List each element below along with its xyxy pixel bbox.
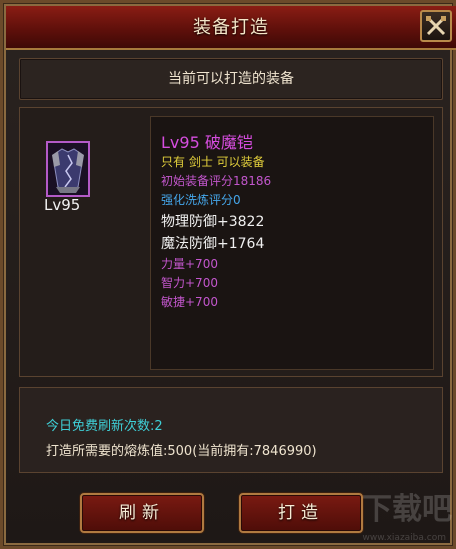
physical-defense: 物理防御+3822 xyxy=(161,214,265,230)
header-text: 当前可以打造的装备 xyxy=(168,71,294,87)
forge-cost: 打造所需要的熔炼值:500(当前拥有:7846990) xyxy=(46,444,317,459)
watermark-text: 下载吧 xyxy=(362,492,452,527)
magic-defense: 魔法防御+1764 xyxy=(161,236,265,252)
strength-stat: 力量+700 xyxy=(161,257,218,271)
window-title: 装备打造 xyxy=(193,17,269,38)
class-requirement: 只有 剑士 可以装备 xyxy=(161,155,265,169)
watermark-url: www.xiazaiba.com xyxy=(362,533,446,543)
item-slot[interactable] xyxy=(46,141,90,197)
item-name: Lv95 破魔铠 xyxy=(161,133,253,152)
forge-window: 装备打造 当前可以打造的装备 Lv95 Lv95 破魔铠 只有 剑士 可以装备 … xyxy=(0,0,456,549)
agility-stat: 敏捷+700 xyxy=(161,295,218,309)
intellect-stat: 智力+700 xyxy=(161,276,218,290)
equipment-panel: Lv95 Lv95 破魔铠 只有 剑士 可以装备 初始装备评分18186 强化洗… xyxy=(19,107,443,377)
cost-panel: 今日免费刷新次数:2 打造所需要的熔炼值:500(当前拥有:7846990) xyxy=(19,387,443,473)
watermark-logo: 下载吧 www.xiazaiba.com xyxy=(312,490,452,544)
refresh-button[interactable]: 刷新 xyxy=(80,493,204,533)
item-info-box: Lv95 破魔铠 只有 剑士 可以装备 初始装备评分18186 强化洗炼评分0 … xyxy=(150,116,434,370)
item-level: Lv95 xyxy=(44,196,81,214)
close-icon xyxy=(426,16,446,36)
free-refresh-count: 今日免费刷新次数:2 xyxy=(46,419,163,434)
enhance-score: 强化洗炼评分0 xyxy=(161,193,241,207)
armor-icon xyxy=(48,143,88,195)
header-panel: 当前可以打造的装备 xyxy=(19,58,443,100)
close-button[interactable] xyxy=(420,10,452,42)
base-score: 初始装备评分18186 xyxy=(161,174,272,188)
title-bar: 装备打造 xyxy=(6,6,456,50)
item-preview: Lv95 xyxy=(20,108,148,376)
